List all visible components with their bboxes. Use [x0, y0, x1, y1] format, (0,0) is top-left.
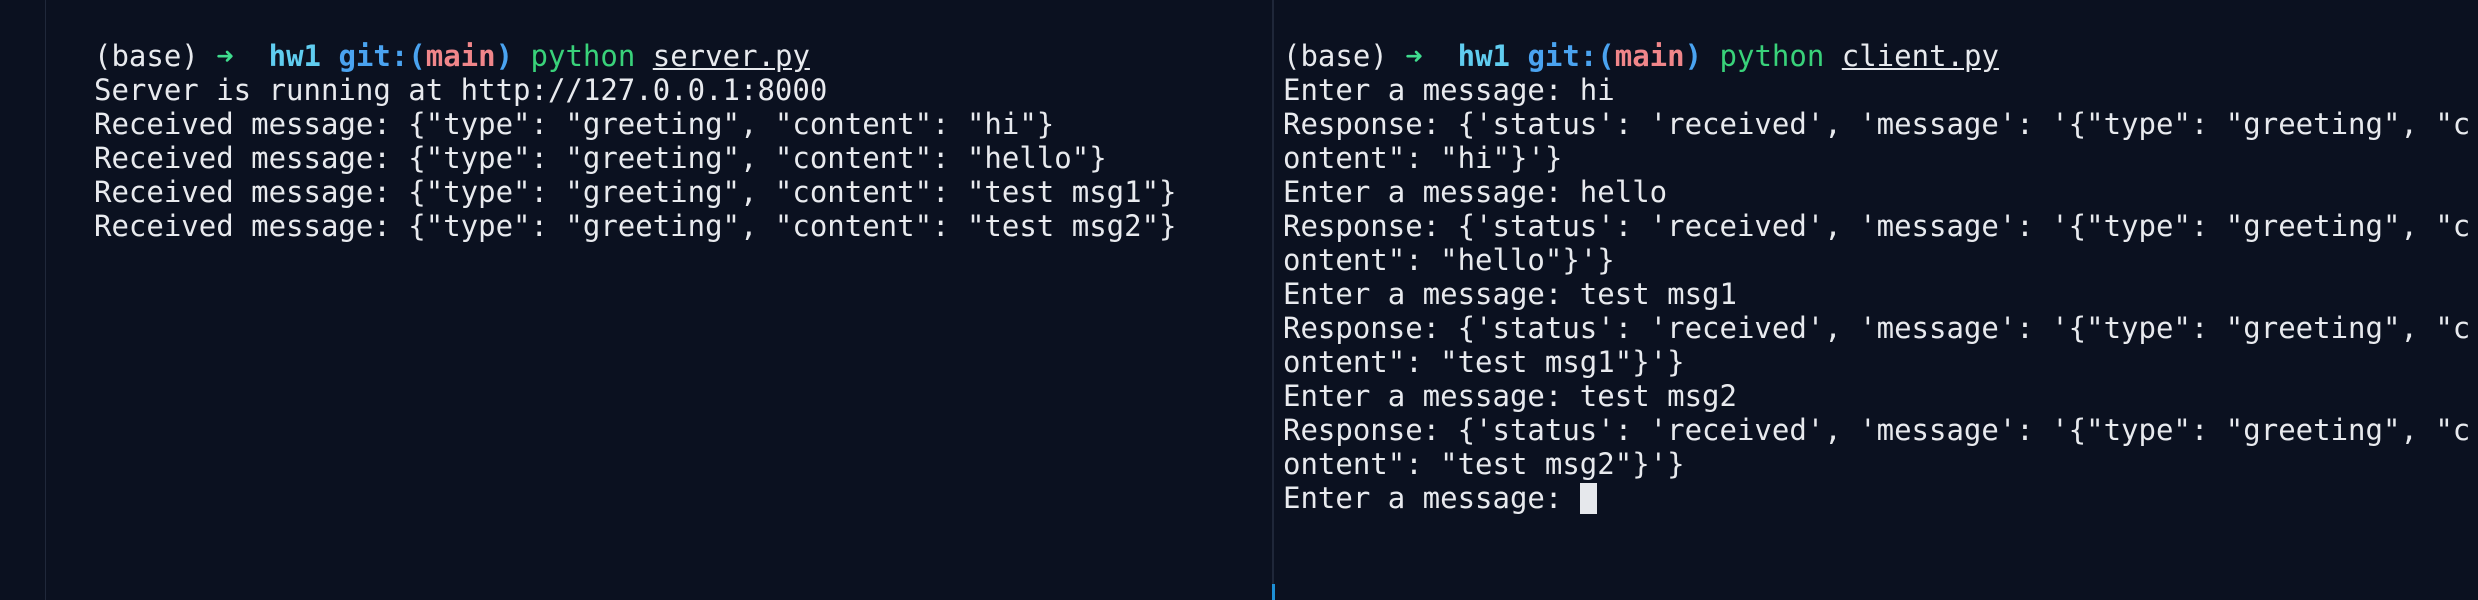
output-line: Server is running at http://127.0.0.1:80… [94, 73, 828, 107]
left-terminal-pane[interactable]: (base) ➜ hw1 git:(main) python server.py… [94, 39, 1254, 243]
output-line: Received message: {"type": "greeting", "… [94, 175, 1177, 209]
shell-prompt-line: (base) ➜ hw1 git:(main) python client.py [1283, 39, 2473, 73]
output-line: ontent": "hello"}'} [1283, 243, 1615, 277]
window-edge-line [45, 0, 46, 600]
active-pane-marker [1272, 584, 1275, 600]
prompt-arrow-icon: ➜ [216, 39, 234, 73]
output-line: ontent": "test msg1"}'} [1283, 345, 1685, 379]
output-line: Enter a message: test msg2 [1283, 379, 1737, 413]
output-line: ontent": "test msg2"}'} [1283, 447, 1685, 481]
terminal-window: (base) ➜ hw1 git:(main) python server.py… [0, 0, 2478, 600]
command-argument: client.py [1841, 39, 1999, 73]
right-terminal-pane[interactable]: (base) ➜ hw1 git:(main) python client.py… [1283, 39, 2473, 515]
git-branch: main [425, 39, 496, 73]
output-line: Response: {'status': 'received', 'messag… [1283, 413, 2471, 447]
command-name: python [1702, 39, 1842, 73]
output-line: Enter a message: hi [1283, 73, 1615, 107]
output-line: Response: {'status': 'received', 'messag… [1283, 107, 2471, 141]
output-line: Received message: {"type": "greeting", "… [94, 209, 1177, 243]
command-argument: server.py [652, 39, 810, 73]
git-branch: main [1614, 39, 1685, 73]
current-directory: hw1 [233, 39, 339, 73]
git-label-close: ) [495, 39, 514, 73]
output-line: Received message: {"type": "greeting", "… [94, 141, 1107, 175]
prompt-arrow-icon: ➜ [1405, 39, 1423, 73]
pane-divider[interactable] [1272, 0, 1274, 600]
git-label-close: ) [1684, 39, 1703, 73]
conda-env-label: (base) [94, 39, 217, 73]
command-name: python [513, 39, 653, 73]
git-label: git:( [1527, 39, 1615, 73]
git-label: git:( [338, 39, 426, 73]
output-line: ontent": "hi"}'} [1283, 141, 1563, 175]
output-line: Received message: {"type": "greeting", "… [94, 107, 1055, 141]
output-line: Response: {'status': 'received', 'messag… [1283, 209, 2471, 243]
text-cursor [1579, 482, 1597, 514]
output-line: Enter a message: test msg1 [1283, 277, 1737, 311]
input-line[interactable]: Enter a message: [1283, 481, 2473, 515]
input-prompt: Enter a message: [1283, 481, 1580, 515]
current-directory: hw1 [1422, 39, 1528, 73]
shell-prompt-line: (base) ➜ hw1 git:(main) python server.py [94, 39, 1254, 73]
conda-env-label: (base) [1283, 39, 1406, 73]
output-line: Enter a message: hello [1283, 175, 1668, 209]
output-line: Response: {'status': 'received', 'messag… [1283, 311, 2471, 345]
